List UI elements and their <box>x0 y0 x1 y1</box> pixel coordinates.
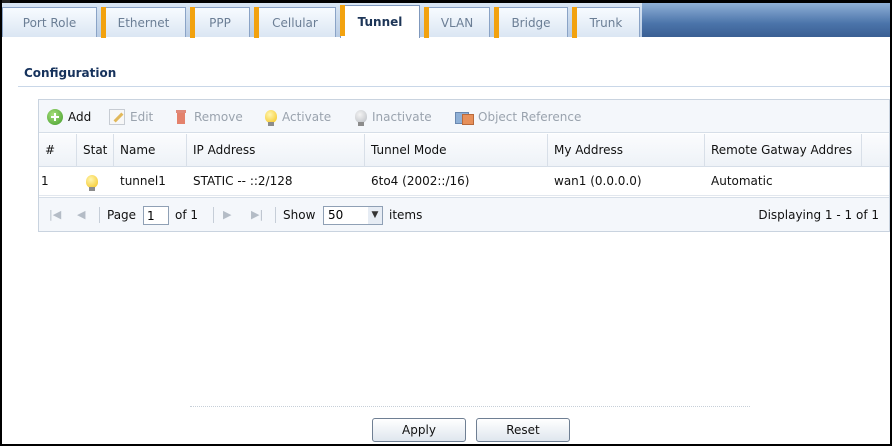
inactivate-button[interactable]: Inactivate <box>355 108 432 126</box>
tab-label: PPP <box>209 15 231 30</box>
edit-icon <box>109 109 125 125</box>
pagination-bar: |◀ ◀ Page of 1 ▶ ▶| Show 50 ▼ items Disp… <box>39 197 889 231</box>
show-label: Show <box>283 208 316 222</box>
row-name: tunnel1 <box>120 174 166 188</box>
activate-button[interactable]: Activate <box>265 108 331 126</box>
row-tunnel-mode: 6to4 (2002::/16) <box>371 174 470 188</box>
section-divider <box>18 86 890 87</box>
add-icon <box>47 109 63 125</box>
bulb-off-icon <box>355 109 367 126</box>
column-header-tunnel-mode[interactable]: Tunnel Mode <box>365 134 548 167</box>
tab-label: Ethernet <box>117 15 170 30</box>
column-header-status[interactable]: Stat <box>77 134 114 167</box>
column-header-name[interactable]: Name <box>114 134 187 167</box>
tab-marker <box>101 7 106 38</box>
object-reference-label: Object Reference <box>478 110 582 124</box>
chevron-down-icon: ▼ <box>368 207 382 224</box>
page-label: Page <box>107 208 137 222</box>
pager-separator <box>275 207 276 223</box>
footer-divider <box>190 406 750 407</box>
tab-marker <box>254 7 259 38</box>
displaying-summary: Displaying 1 - 1 of 1 <box>758 208 879 222</box>
tab-vlan[interactable]: VLAN <box>424 7 490 38</box>
table-row[interactable]: 1 tunnel1 STATIC -- ::2/128 6to4 (2002::… <box>39 167 889 196</box>
tab-label: Trunk <box>589 15 623 30</box>
tab-label: Cellular <box>272 15 318 30</box>
tab-marker <box>494 7 499 38</box>
apply-button[interactable]: Apply <box>372 418 466 442</box>
column-header-my-address[interactable]: My Address <box>548 134 705 167</box>
toolbar: Add Edit Remove Activate Inactivate Obje… <box>39 100 889 133</box>
activate-label: Activate <box>282 110 332 124</box>
add-button[interactable]: Add <box>47 108 91 126</box>
previous-page-icon[interactable]: ◀ <box>77 198 85 232</box>
column-header-ip-address[interactable]: IP Address <box>187 134 365 167</box>
first-page-icon[interactable]: |◀ <box>49 198 61 232</box>
tab-tunnel[interactable]: Tunnel <box>340 5 420 38</box>
tab-label: Port Role <box>22 15 77 30</box>
section-title: Configuration <box>24 66 117 80</box>
tab-trunk[interactable]: Trunk <box>572 7 640 38</box>
row-remote-gateway: Automatic <box>711 174 773 188</box>
tab-label: Bridge <box>511 15 551 30</box>
tab-port-role[interactable]: Port Role <box>2 7 97 37</box>
reset-button[interactable]: Reset <box>476 418 570 442</box>
next-page-icon[interactable]: ▶ <box>223 198 231 232</box>
edit-button[interactable]: Edit <box>109 108 153 126</box>
remove-label: Remove <box>194 110 243 124</box>
tab-label: VLAN <box>440 15 474 30</box>
row-ip-address: STATIC -- ::2/128 <box>193 174 293 188</box>
bulb-on-icon <box>86 175 98 191</box>
column-header-remote-gateway[interactable]: Remote Gatway Addres <box>705 134 862 167</box>
items-label: items <box>389 208 423 222</box>
row-my-address: wan1 (0.0.0.0) <box>554 174 642 188</box>
add-label: Add <box>68 110 92 124</box>
items-per-page-select[interactable]: 50 ▼ <box>323 206 383 225</box>
items-per-page-value: 50 <box>328 208 344 222</box>
pager-separator <box>99 207 100 223</box>
tab-marker <box>340 5 345 36</box>
page-number-input[interactable] <box>143 206 169 225</box>
tab-bar: Port Role Ethernet PPP Cellular Tunnel V… <box>2 3 890 38</box>
row-index: 1 <box>41 174 49 188</box>
tab-marker <box>424 7 429 38</box>
trash-icon <box>173 109 189 125</box>
tab-cellular[interactable]: Cellular <box>254 7 336 38</box>
tab-bridge[interactable]: Bridge <box>494 7 568 38</box>
tab-marker <box>572 7 577 38</box>
tab-ethernet[interactable]: Ethernet <box>101 7 186 38</box>
row-status <box>77 167 114 196</box>
object-reference-icon <box>455 110 474 125</box>
page-count-label: of 1 <box>175 208 199 222</box>
inactivate-label: Inactivate <box>372 110 432 124</box>
remove-button[interactable]: Remove <box>173 108 243 126</box>
tab-label: Tunnel <box>357 15 403 29</box>
column-header-index[interactable]: # <box>39 134 77 167</box>
table-header: # Stat Name IP Address Tunnel Mode My Ad… <box>39 134 889 167</box>
last-page-icon[interactable]: ▶| <box>251 198 263 232</box>
tunnel-list-panel: Add Edit Remove Activate Inactivate Obje… <box>38 99 890 232</box>
tab-ppp[interactable]: PPP <box>190 7 250 38</box>
object-reference-button[interactable]: Object Reference <box>455 108 581 126</box>
tab-marker <box>190 7 195 38</box>
edit-label: Edit <box>130 110 154 124</box>
bulb-on-icon <box>265 109 277 126</box>
pager-separator <box>213 207 214 223</box>
